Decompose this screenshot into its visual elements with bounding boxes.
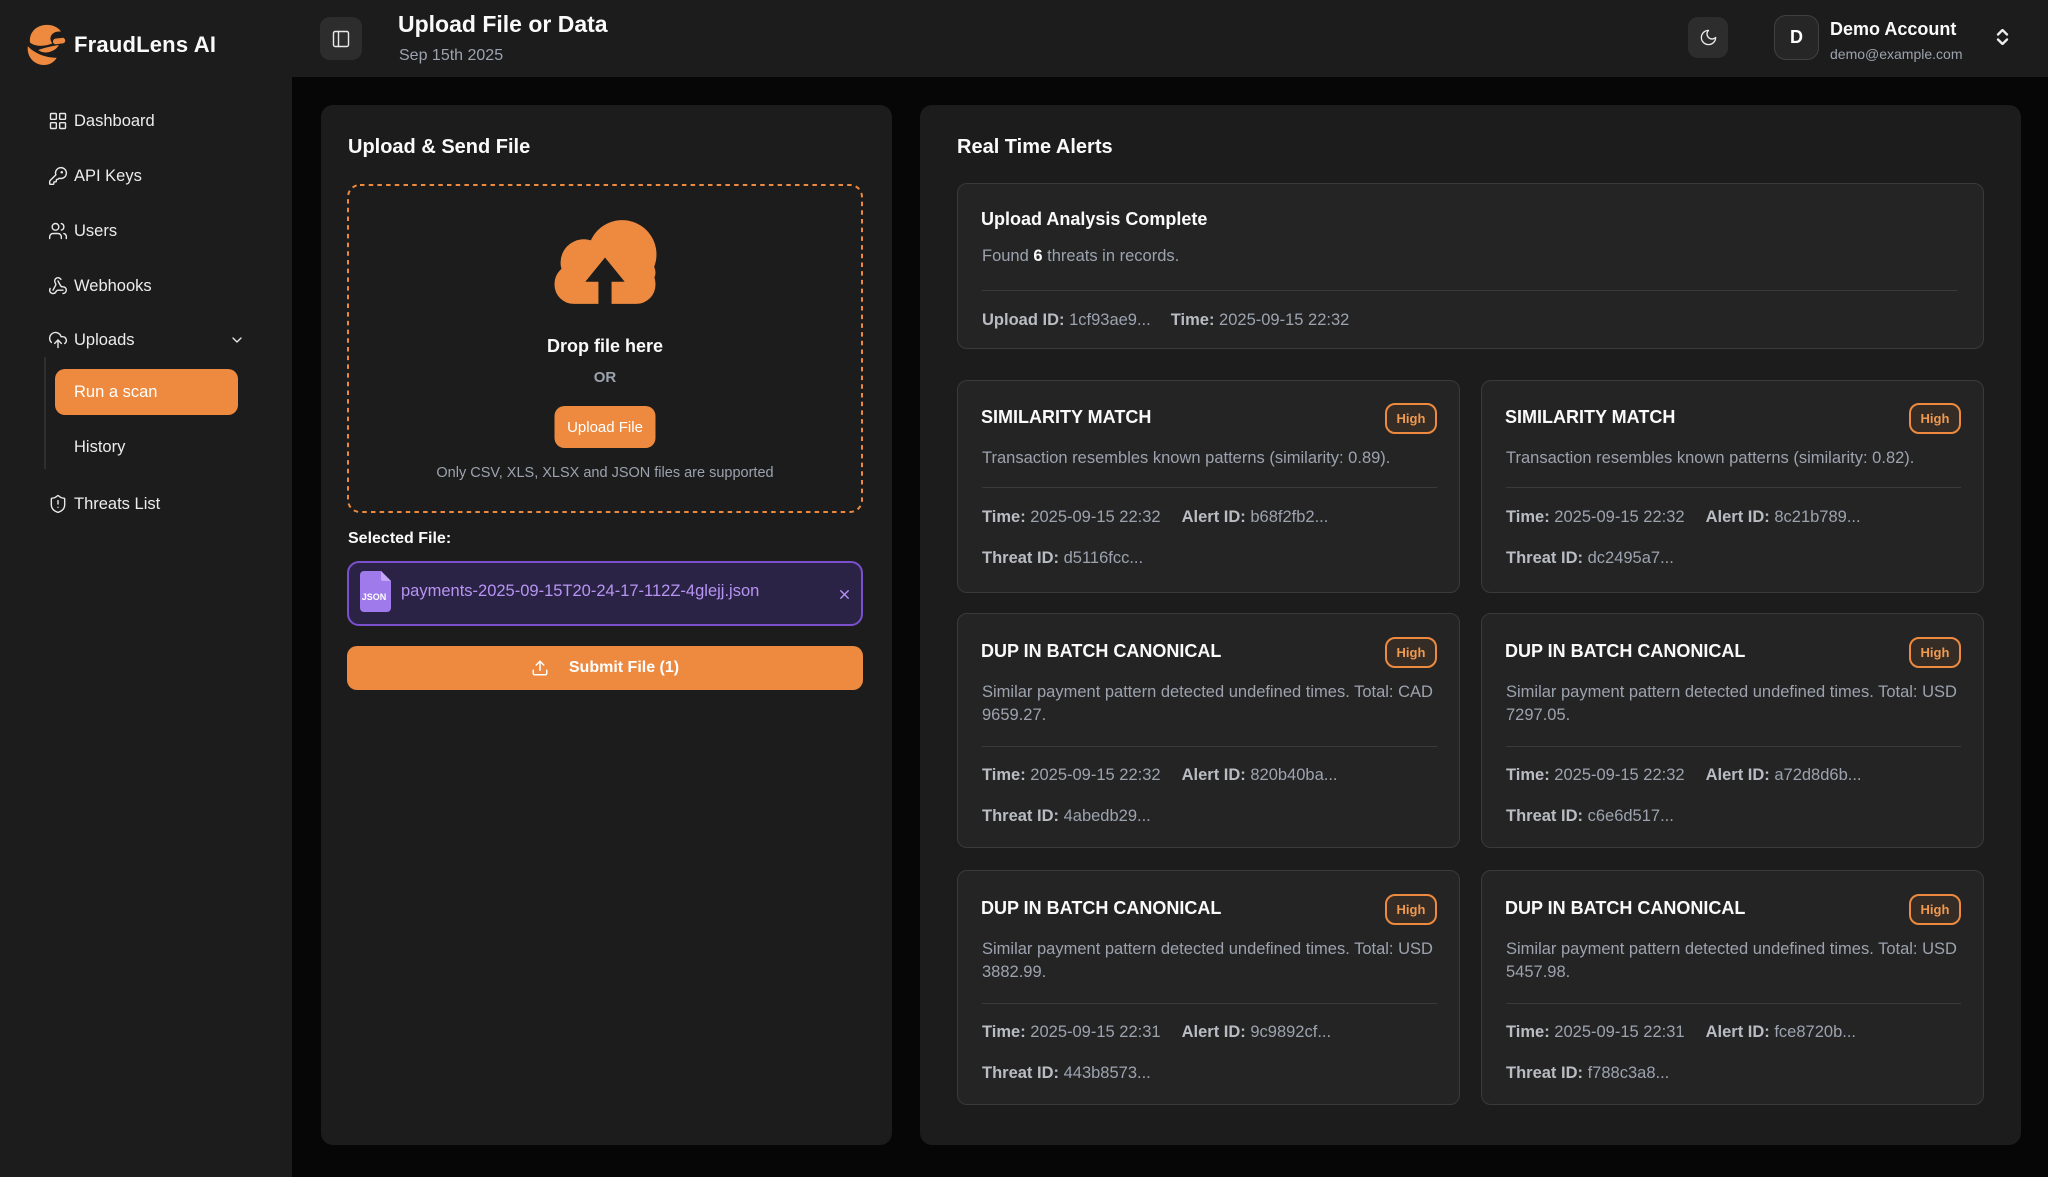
svg-text:JSON: JSON <box>362 592 387 602</box>
